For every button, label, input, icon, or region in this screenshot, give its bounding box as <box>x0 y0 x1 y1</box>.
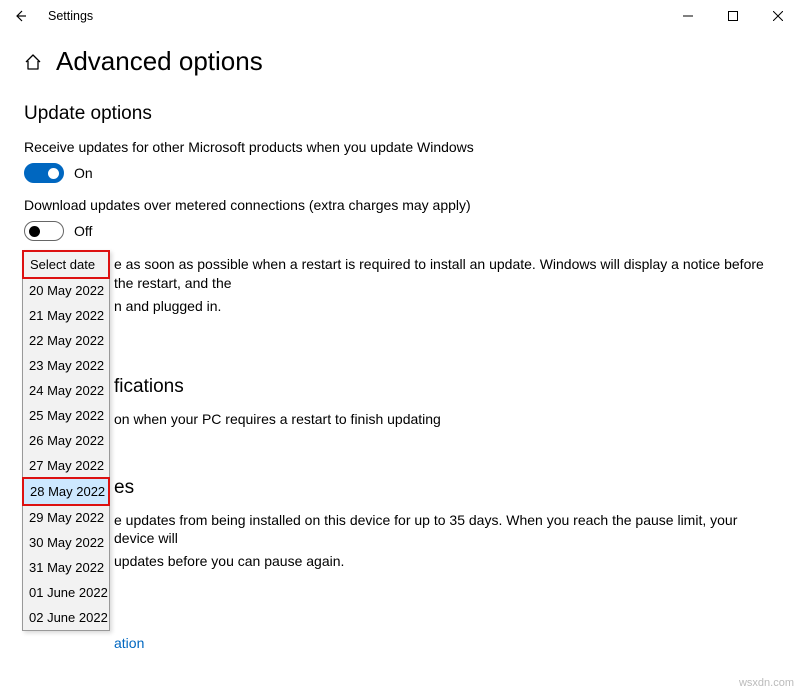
arrow-left-icon <box>13 9 27 23</box>
section-update-options: Update options <box>24 103 776 125</box>
dropdown-item[interactable]: 23 May 2022 <box>23 353 109 378</box>
dropdown-item[interactable]: 21 May 2022 <box>23 303 109 328</box>
close-icon <box>773 11 783 21</box>
toggle-metered-state: Off <box>74 223 92 239</box>
link-partial[interactable]: ation <box>114 635 144 651</box>
content-area: Update options Receive updates for other… <box>0 85 800 651</box>
home-button[interactable] <box>24 53 42 71</box>
back-button[interactable] <box>6 2 34 30</box>
dropdown-item[interactable]: 01 June 2022 <box>23 580 109 605</box>
pause-until-dropdown[interactable]: Select date 20 May 202221 May 202222 May… <box>22 250 110 631</box>
dropdown-item[interactable]: 20 May 2022 <box>23 278 109 303</box>
close-button[interactable] <box>755 1 800 31</box>
window-title: Settings <box>34 9 93 23</box>
page-header: Advanced options <box>0 32 800 85</box>
section-notifications-partial: fications <box>114 376 776 398</box>
dropdown-item[interactable]: 29 May 2022 <box>23 505 109 530</box>
watermark: wsxdn.com <box>739 677 794 689</box>
restart-notice-text-b: n and plugged in. <box>114 297 776 316</box>
dropdown-header[interactable]: Select date <box>22 250 110 279</box>
section-pause-partial: es <box>114 477 776 499</box>
dropdown-item[interactable]: 26 May 2022 <box>23 428 109 453</box>
maximize-icon <box>728 11 738 21</box>
dropdown-item[interactable]: 28 May 2022 <box>22 477 110 506</box>
minimize-button[interactable] <box>665 1 710 31</box>
page-title: Advanced options <box>56 46 263 77</box>
dropdown-item[interactable]: 27 May 2022 <box>23 453 109 478</box>
home-icon <box>24 53 42 71</box>
opt-metered-label: Download updates over metered connection… <box>24 197 776 213</box>
pause-body-a: e updates from being installed on this d… <box>114 511 776 549</box>
opt-receive-updates-label: Receive updates for other Microsoft prod… <box>24 139 776 155</box>
maximize-button[interactable] <box>710 1 755 31</box>
restart-notice-text-a: e as soon as possible when a restart is … <box>114 255 776 293</box>
toggle-metered-switch[interactable] <box>24 221 64 241</box>
toggle-receive-updates: On <box>24 163 776 183</box>
dropdown-item[interactable]: 31 May 2022 <box>23 555 109 580</box>
titlebar: Settings <box>0 0 800 32</box>
notifications-body: on when your PC requires a restart to fi… <box>114 410 776 429</box>
toggle-receive-updates-switch[interactable] <box>24 163 64 183</box>
dropdown-item[interactable]: 02 June 2022 <box>23 605 109 630</box>
minimize-icon <box>683 11 693 21</box>
toggle-metered: Off <box>24 221 776 241</box>
dropdown-item[interactable]: 22 May 2022 <box>23 328 109 353</box>
toggle-receive-updates-state: On <box>74 165 93 181</box>
dropdown-item[interactable]: 30 May 2022 <box>23 530 109 555</box>
dropdown-item[interactable]: 24 May 2022 <box>23 378 109 403</box>
pause-body-b: updates before you can pause again. <box>114 552 776 571</box>
dropdown-item[interactable]: 25 May 2022 <box>23 403 109 428</box>
